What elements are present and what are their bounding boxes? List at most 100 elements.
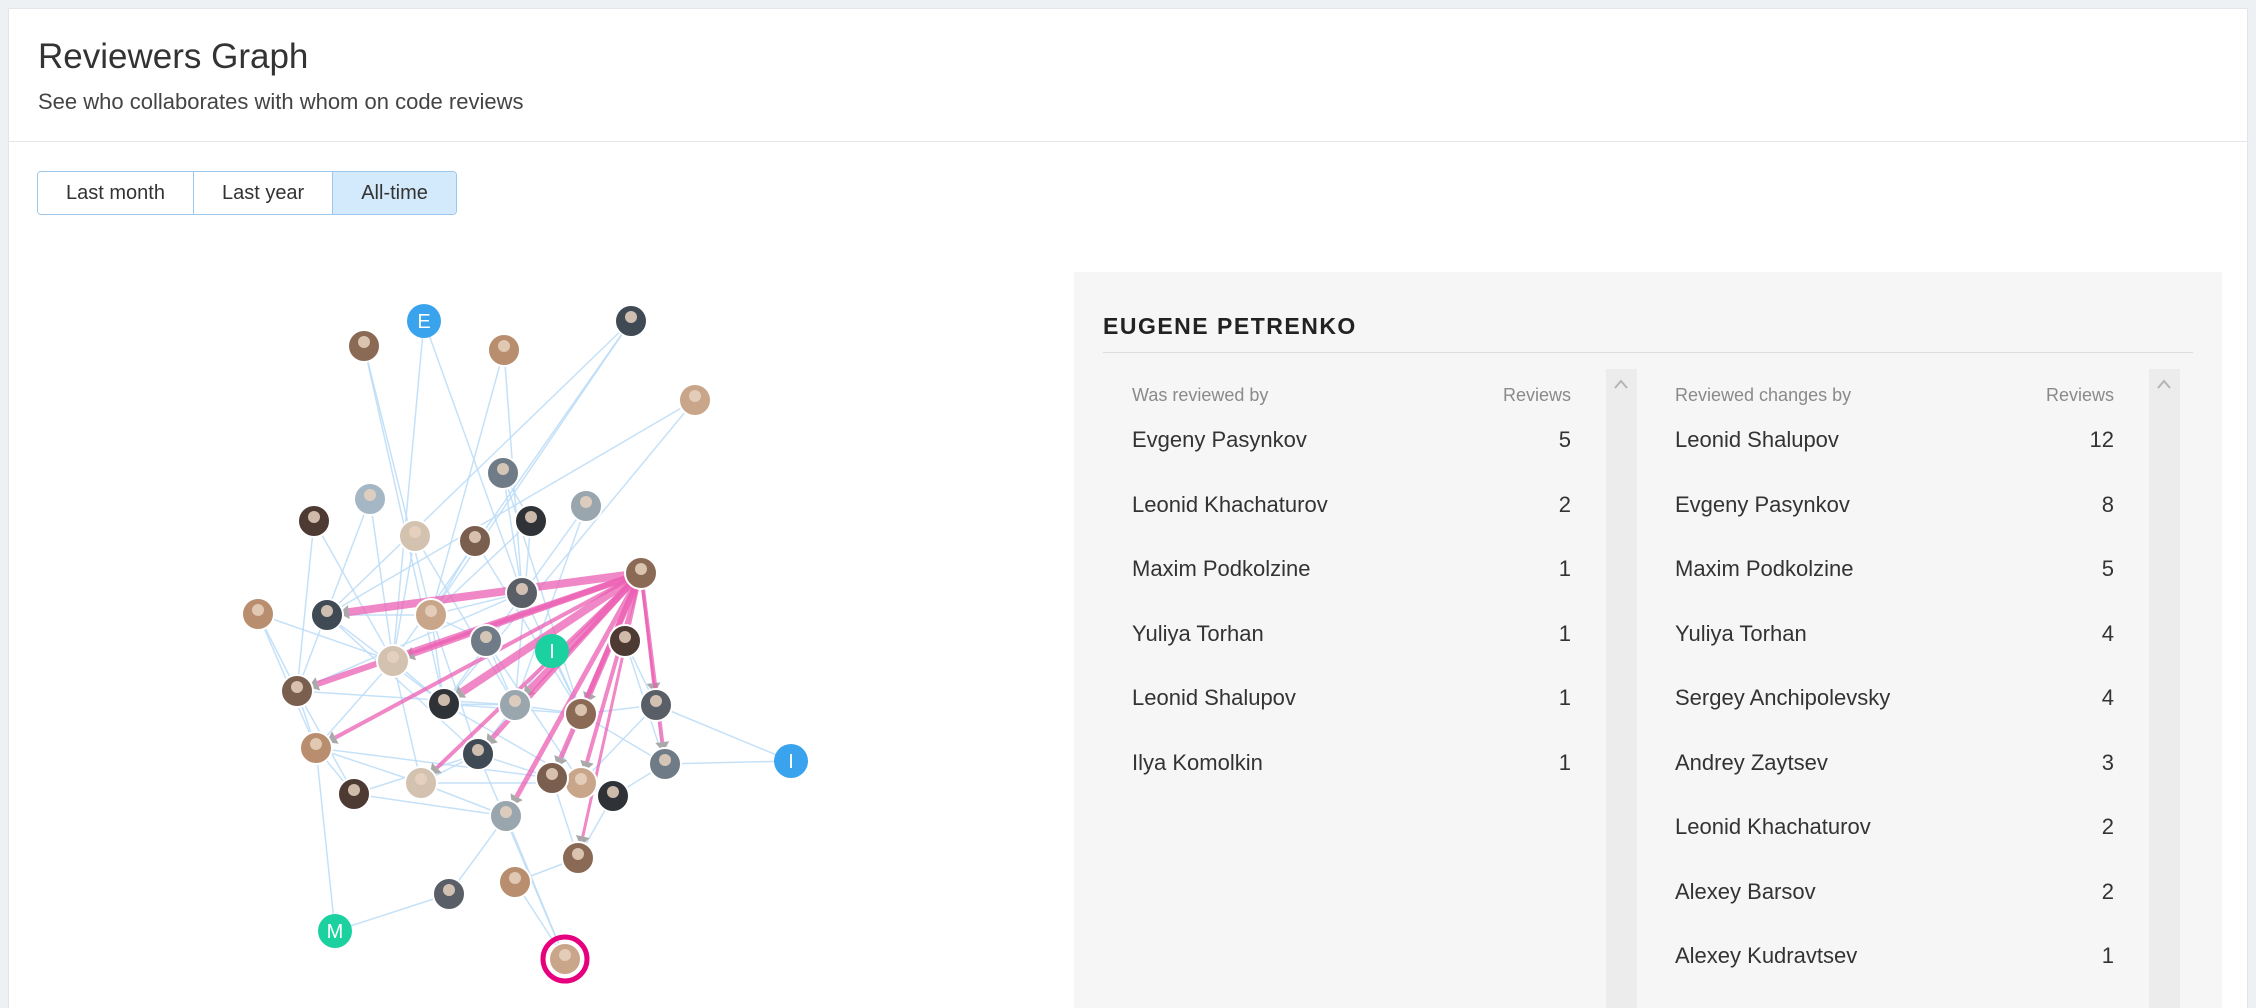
user-avatar[interactable]	[608, 624, 642, 658]
list-item[interactable]: Alexey Barsov 2	[1675, 869, 2114, 934]
user-avatar[interactable]	[299, 731, 333, 765]
divider	[1103, 352, 2193, 353]
person-icon	[409, 526, 421, 538]
user-avatar[interactable]	[427, 687, 461, 721]
person-icon	[252, 604, 264, 616]
column-header-name: Reviewed changes by	[1675, 385, 1852, 405]
column-header-reviews: Reviews	[1502, 385, 1571, 405]
user-avatar[interactable]	[678, 383, 712, 417]
list-item[interactable]: Leonid Shalupov 1	[1132, 675, 1571, 740]
list-header: Reviewed changes by Reviews	[1675, 385, 2114, 406]
tab-all-time[interactable]: All-time	[333, 172, 456, 214]
user-avatar[interactable]	[564, 697, 598, 731]
user-letter-avatar[interactable]: I	[535, 634, 569, 668]
user-avatar[interactable]	[461, 737, 495, 771]
tab-last-month[interactable]: Last month	[38, 172, 194, 214]
reviewer-name: Sergey Anchipolevsky	[1675, 685, 1891, 710]
person-icon	[480, 631, 492, 643]
list-item[interactable]: Leonid Shalupov 12	[1675, 417, 2114, 482]
user-avatar[interactable]	[596, 779, 630, 813]
person-icon	[500, 806, 512, 818]
user-avatar[interactable]	[376, 644, 410, 678]
list-item[interactable]: Alexey Kudravtsev 1	[1675, 933, 2114, 998]
was-reviewed-by-list: Was reviewed by Reviews Evgeny Pasynkov 5…	[1103, 369, 1637, 1008]
person-icon	[516, 583, 528, 595]
scrollbar[interactable]	[2149, 369, 2180, 1008]
graph-edge	[664, 760, 792, 765]
user-avatar[interactable]	[505, 576, 539, 610]
user-avatar[interactable]	[561, 841, 595, 875]
chevron-up-icon[interactable]	[1614, 379, 1628, 389]
list-item[interactable]: Andrey Zaytsev 3	[1675, 740, 2114, 805]
user-avatar[interactable]	[569, 489, 603, 523]
user-avatar[interactable]	[280, 674, 314, 708]
user-avatar[interactable]	[297, 504, 331, 538]
user-avatar[interactable]	[648, 747, 682, 781]
user-avatar[interactable]	[458, 524, 492, 558]
user-avatar[interactable]	[241, 597, 275, 631]
review-count: 2	[1558, 491, 1571, 517]
chevron-up-icon[interactable]	[2157, 379, 2171, 389]
user-avatar[interactable]	[624, 556, 658, 590]
review-count: 2	[2101, 814, 2114, 839]
list-item[interactable]: Yuliya Torhan 4	[1675, 611, 2114, 676]
user-avatar[interactable]	[487, 333, 521, 367]
user-avatar[interactable]	[347, 329, 381, 363]
user-letter-avatar[interactable]: I	[774, 744, 808, 778]
review-count: 1	[1558, 749, 1571, 775]
list-item[interactable]: Evgeny Pasynkov 8	[1675, 482, 2114, 547]
list-item[interactable]: Ilya Komolkin 1	[1132, 740, 1571, 805]
reviewers-graph[interactable]: E I I M	[209, 279, 869, 999]
person-icon	[546, 768, 558, 780]
person-icon	[321, 605, 333, 617]
reviewer-name: Alexey Barsov	[1675, 878, 1816, 904]
user-avatar[interactable]	[414, 598, 448, 632]
reviewer-name: Evgeny Pasynkov	[1132, 427, 1307, 452]
user-avatar[interactable]	[514, 504, 548, 538]
selected-user-avatar[interactable]	[540, 934, 590, 984]
user-avatar[interactable]	[486, 456, 520, 490]
graph-edge	[369, 498, 394, 662]
user-avatar[interactable]	[614, 304, 648, 338]
user-avatar[interactable]	[404, 766, 438, 800]
user-avatar[interactable]	[469, 624, 503, 658]
list-item[interactable]: Leonid Khachaturov 2	[1132, 482, 1571, 547]
reviewers-graph-card: Reviewers Graph See who collaborates wit…	[8, 8, 2248, 1008]
scrollbar[interactable]	[1606, 369, 1637, 1008]
review-count: 1	[2101, 943, 2114, 968]
user-avatar[interactable]	[639, 688, 673, 722]
user-avatar[interactable]	[489, 799, 523, 833]
user-avatar[interactable]	[432, 877, 466, 911]
person-icon	[689, 390, 701, 402]
user-avatar[interactable]	[564, 766, 598, 800]
tab-last-year[interactable]: Last year	[193, 172, 334, 214]
user-avatar[interactable]	[398, 519, 432, 553]
list-item[interactable]: Maxim Podkolzine 5	[1675, 546, 2114, 611]
reviewer-name: Evgeny Pasynkov	[1675, 491, 1850, 517]
review-count: 8	[2101, 491, 2114, 517]
person-icon	[498, 340, 510, 352]
graph-edge	[334, 893, 450, 932]
selected-user-name: EUGENE PETRENKO	[1103, 313, 1357, 339]
user-avatar[interactable]	[498, 688, 532, 722]
user-avatar[interactable]	[337, 777, 371, 811]
user-avatar[interactable]	[310, 598, 344, 632]
list-item[interactable]: Leonid Khachaturov 2	[1675, 804, 2114, 869]
review-count: 1	[1558, 685, 1571, 710]
user-avatar[interactable]	[353, 482, 387, 516]
user-avatar[interactable]	[498, 865, 532, 899]
user-letter-avatar[interactable]: E	[407, 304, 441, 338]
list-item[interactable]: Sergey Anchipolevsky 4	[1675, 675, 2114, 740]
column-header-reviews: Reviews	[2045, 385, 2114, 405]
column-header-name: Was reviewed by	[1132, 385, 1269, 405]
list-item[interactable]: Yuliya Torhan 1	[1132, 611, 1571, 676]
review-count: 5	[2101, 556, 2114, 581]
list-item[interactable]: Evgeny Pasynkov 5	[1132, 417, 1571, 482]
user-letter-avatar[interactable]: M	[318, 914, 352, 948]
user-avatar[interactable]	[535, 761, 569, 795]
list-item[interactable]: Maxim Podkolzine 1	[1132, 546, 1571, 611]
person-icon	[619, 631, 631, 643]
reviewer-name: Leonid Shalupov	[1675, 427, 1839, 452]
reviewer-name: Maxim Podkolzine	[1132, 556, 1311, 581]
reviewer-name: Leonid Khachaturov	[1132, 491, 1328, 517]
